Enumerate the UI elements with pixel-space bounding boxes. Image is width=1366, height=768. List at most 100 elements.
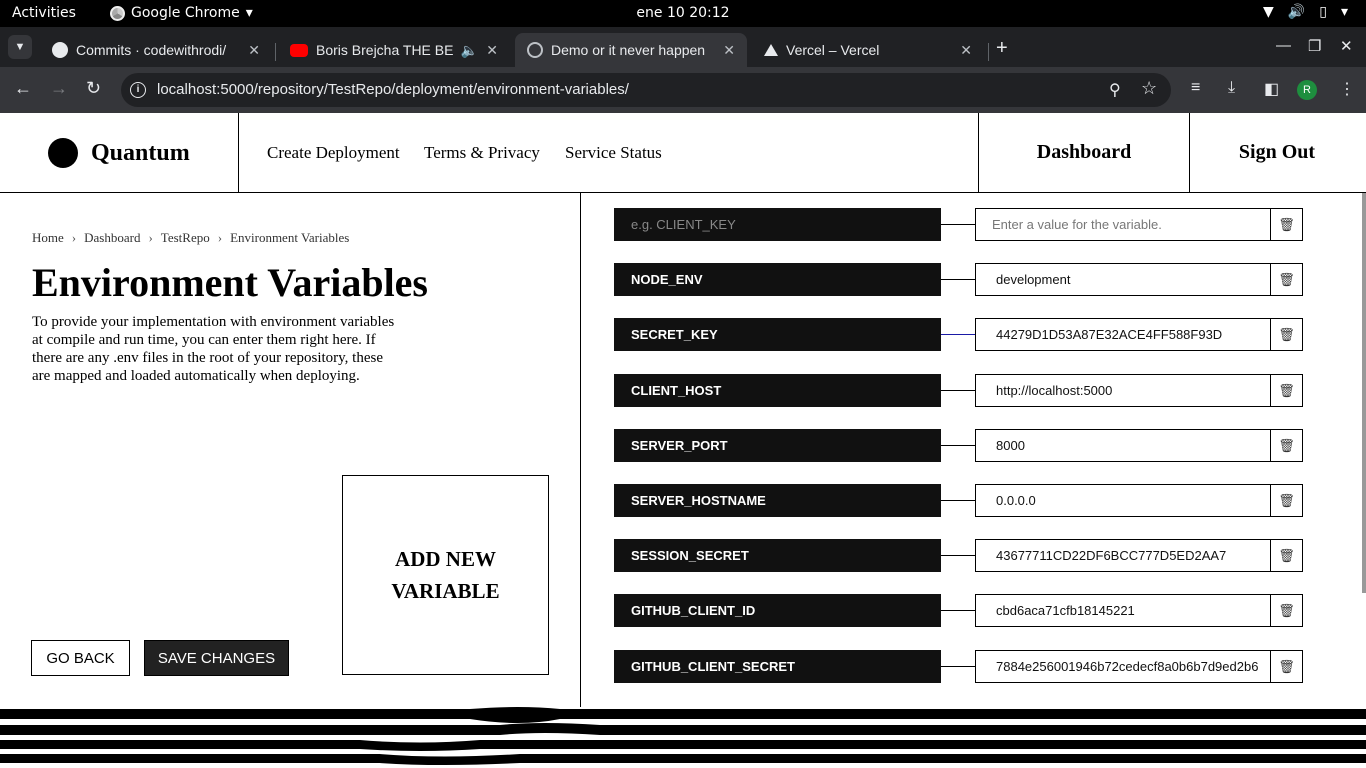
variable-row: NODE_ENV development 🗑 [614,263,1304,296]
tab-separator [988,43,989,61]
chrome-icon [110,5,125,21]
tab-search-button[interactable]: ▼ [8,35,32,59]
volume-icon: 🔊 [1287,4,1306,20]
site-info-icon[interactable]: i [130,82,146,98]
page-description: To provide your implementation with envi… [32,314,395,384]
new-tab-icon[interactable]: + [996,37,1008,60]
tab-strip: ▼ Commits · codewithrodi/ ✕ Boris Brejch… [0,27,1366,67]
battery-icon: ▯ [1319,4,1327,20]
brand-name: Quantum [91,140,190,166]
variable-value-input[interactable]: 43677711CD22DF6BCC777D5ED2AA7 [975,539,1271,572]
forward-arrow-icon[interactable]: → [50,78,68,99]
profile-avatar[interactable]: R [1297,80,1317,100]
tab-commits[interactable]: Commits · codewithrodi/ ✕ [40,33,272,67]
variable-key-input[interactable]: SESSION_SECRET [614,539,941,572]
variable-value-input[interactable]: http://localhost:5000 [975,374,1271,407]
app-menu[interactable]: Google Chrome ▾ [110,5,253,21]
trash-icon[interactable]: 🗑 [1270,484,1303,517]
variable-row: GITHUB_CLIENT_ID cbd6aca71cfb18145221 🗑 [614,594,1304,627]
variable-row: SERVER_PORT 8000 🗑 [614,429,1304,462]
system-tray[interactable]: ▼ 🔊 ▯ ▾ [1263,4,1348,20]
tab-youtube[interactable]: Boris Brejcha THE BE 🔈 ✕ [278,33,510,67]
variable-value-input[interactable]: 0.0.0.0 [975,484,1271,517]
artifact-stripes [0,707,1366,768]
kebab-menu-icon[interactable]: ⋮ [1339,79,1355,99]
close-icon[interactable]: ✕ [486,42,498,59]
variable-value-input[interactable]: development [975,263,1271,296]
breadcrumb-current: Environment Variables [230,230,350,245]
download-icon[interactable]: ⤓ [1228,79,1235,97]
url-text[interactable]: localhost:5000/repository/TestRepo/deplo… [157,81,629,98]
reload-icon[interactable]: ↻ [86,78,101,99]
media-control-icon[interactable]: ≡ [1191,79,1200,97]
tab-title: Demo or it never happen [551,42,706,58]
youtube-icon [290,43,308,57]
sign-out-button[interactable]: Sign Out [1189,113,1364,192]
chevron-right-icon: › [217,230,223,245]
variable-key-input[interactable]: GITHUB_CLIENT_ID [614,594,941,627]
trash-icon[interactable]: 🗑 [1270,429,1303,462]
side-panel-icon[interactable]: ◧ [1264,79,1279,99]
tab-separator [275,43,276,61]
breadcrumb-home[interactable]: Home [32,230,64,246]
back-arrow-icon[interactable]: ← [14,78,32,99]
close-icon[interactable]: ✕ [723,42,735,59]
variable-row: GITHUB_CLIENT_SECRET 7884e256001946b72ce… [614,650,1304,683]
brand[interactable]: Quantum [0,113,239,192]
trash-icon[interactable]: 🗑 [1270,650,1303,683]
breadcrumb-repo[interactable]: TestRepo [161,230,210,246]
variable-value-input[interactable]: cbd6aca71cfb18145221 [975,594,1271,627]
speaker-icon[interactable]: 🔈 [461,42,478,59]
trash-icon[interactable]: 🗑 [1270,594,1303,627]
trash-icon[interactable]: 🗑 [1270,263,1303,296]
close-window-icon[interactable]: ✕ [1340,37,1353,55]
activities-button[interactable]: Activities [12,5,76,21]
trash-icon[interactable]: 🗑 [1270,539,1303,572]
variable-value-input[interactable]: 44279D1D53A87E32ACE4FF588F93D [975,318,1271,351]
variable-key-input[interactable]: SERVER_PORT [614,429,941,462]
add-new-variable-button[interactable]: ADD NEW VARIABLE [342,475,549,675]
variable-key-input[interactable]: CLIENT_HOST [614,374,941,407]
variable-row-new: e.g. CLIENT_KEY Enter a value for the va… [614,208,1304,241]
nav-terms-privacy[interactable]: Terms & Privacy [424,143,540,163]
dashboard-button[interactable]: Dashboard [978,113,1189,192]
save-changes-button[interactable]: SAVE CHANGES [144,640,289,676]
connector-line [941,445,975,446]
chevron-down-icon: ▼ [14,41,26,53]
system-top-bar: Activities Google Chrome ▾ ene 10 20:12 … [0,0,1366,27]
scrollbar[interactable] [1362,193,1366,593]
variable-row: SESSION_SECRET 43677711CD22DF6BCC777D5ED… [614,539,1304,572]
breadcrumb-dashboard[interactable]: Dashboard [84,230,140,246]
variable-key-input[interactable]: SERVER_HOSTNAME [614,484,941,517]
new-value-input[interactable]: Enter a value for the variable. [975,208,1271,241]
trash-icon[interactable]: 🗑 [1270,208,1303,241]
variable-row: SERVER_HOSTNAME 0.0.0.0 🗑 [614,484,1304,517]
variable-key-input[interactable]: SECRET_KEY [614,318,941,351]
globe-icon [527,42,543,58]
restore-icon[interactable]: ❐ [1308,37,1321,55]
variable-key-input[interactable]: NODE_ENV [614,263,941,296]
close-icon[interactable]: ✕ [960,42,972,59]
nav-create-deployment[interactable]: Create Deployment [267,143,400,163]
zoom-icon[interactable]: ⚲ [1109,80,1121,100]
connector-line [941,224,975,225]
trash-icon[interactable]: 🗑 [1270,318,1303,351]
address-bar[interactable]: i localhost:5000/repository/TestRepo/dep… [121,73,1171,107]
variable-value-input[interactable]: 7884e256001946b72cedecf8a0b6b7d9ed2b6 [975,650,1271,683]
caret-down-icon: ▾ [1340,4,1348,20]
tab-vercel[interactable]: Vercel – Vercel ✕ [752,33,984,67]
nav-service-status[interactable]: Service Status [565,143,662,163]
variable-row: CLIENT_HOST http://localhost:5000 🗑 [614,374,1304,407]
close-icon[interactable]: ✕ [248,42,260,59]
go-back-button[interactable]: GO BACK [31,640,130,676]
left-panel: Home › Dashboard › TestRepo › Environmen… [0,193,581,708]
variable-value-input[interactable]: 8000 [975,429,1271,462]
minimize-icon[interactable]: — [1276,37,1291,54]
tab-title: Boris Brejcha THE BE [316,42,453,58]
new-key-input[interactable]: e.g. CLIENT_KEY [614,208,941,241]
variable-key-input[interactable]: GITHUB_CLIENT_SECRET [614,650,941,683]
tab-title: Vercel – Vercel [786,42,880,58]
bookmark-star-icon[interactable]: ☆ [1141,78,1157,99]
trash-icon[interactable]: 🗑 [1270,374,1303,407]
tab-demo[interactable]: Demo or it never happen ✕ [515,33,747,67]
